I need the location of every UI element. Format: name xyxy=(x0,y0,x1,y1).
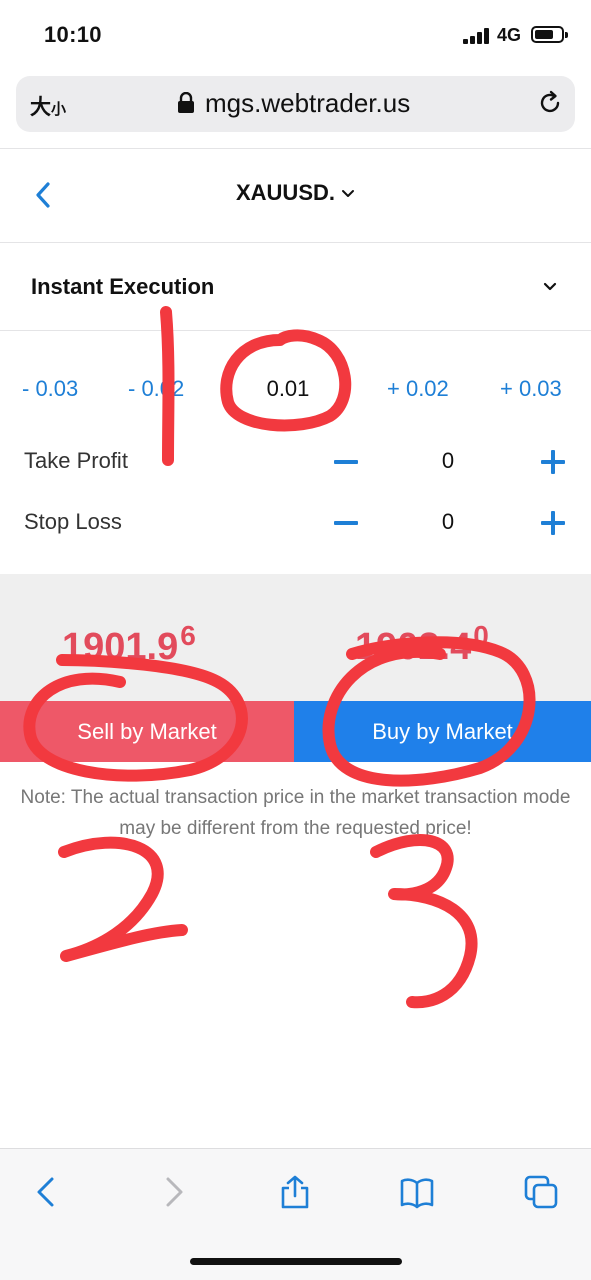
buy-price: 1902.40 xyxy=(355,620,489,669)
take-profit-minus-icon[interactable] xyxy=(333,449,359,475)
divider xyxy=(0,330,591,331)
network-label: 4G xyxy=(497,25,522,45)
forward-icon[interactable] xyxy=(156,1175,190,1209)
text-size-label-small: 小 xyxy=(51,101,67,118)
divider xyxy=(0,242,591,243)
reload-icon[interactable] xyxy=(536,89,564,117)
share-icon[interactable] xyxy=(278,1175,312,1209)
volume-minus-002[interactable]: - 0.02 xyxy=(128,376,184,402)
symbol-selector[interactable]: XAUUSD. xyxy=(0,180,591,206)
execution-type-select[interactable]: Instant Execution xyxy=(31,274,214,300)
take-profit-value[interactable]: 0 xyxy=(400,448,496,474)
tabs-icon[interactable] xyxy=(524,1175,558,1209)
annotation-two xyxy=(58,836,188,962)
signal-bars-icon xyxy=(463,28,491,44)
url-text[interactable]: mgs.webtrader.us xyxy=(205,88,410,119)
chevron-down-icon xyxy=(342,190,354,198)
annotation-three xyxy=(370,834,478,1009)
address-bar[interactable]: 大小 mgs.webtrader.us xyxy=(16,76,575,132)
symbol-title: XAUUSD. xyxy=(235,180,335,205)
divider xyxy=(0,148,591,149)
sell-price-main: 1901.9 xyxy=(62,626,179,668)
status-time: 10:10 xyxy=(44,22,102,47)
volume-plus-003[interactable]: + 0.03 xyxy=(500,376,562,402)
stop-loss-value[interactable]: 0 xyxy=(400,509,496,535)
buy-price-main: 1902.4 xyxy=(355,626,472,668)
battery-icon xyxy=(531,26,568,43)
stop-loss-minus-icon[interactable] xyxy=(333,510,359,536)
lock-icon xyxy=(178,92,194,113)
text-size-button[interactable]: 大小 xyxy=(30,91,66,121)
chevron-down-icon[interactable] xyxy=(542,281,558,293)
sell-by-market-button[interactable]: Sell by Market xyxy=(0,701,294,762)
sell-price-pip: 6 xyxy=(180,620,196,651)
sell-price: 1901.96 xyxy=(62,620,196,669)
volume-plus-002[interactable]: + 0.02 xyxy=(387,376,449,402)
execution-note: Note: The actual transaction price in th… xyxy=(20,787,571,839)
buy-by-market-button[interactable]: Buy by Market xyxy=(294,701,591,762)
home-indicator xyxy=(190,1258,402,1265)
take-profit-label: Take Profit xyxy=(24,448,128,473)
bookmarks-icon[interactable] xyxy=(400,1175,434,1209)
volume-minus-003[interactable]: - 0.03 xyxy=(22,376,78,402)
take-profit-plus-icon[interactable] xyxy=(540,449,566,475)
stop-loss-plus-icon[interactable] xyxy=(540,510,566,536)
text-size-label: 大 xyxy=(30,96,51,119)
volume-value[interactable]: 0.01 xyxy=(260,376,316,402)
buy-price-pip: 0 xyxy=(473,620,489,651)
back-icon[interactable] xyxy=(30,1175,64,1209)
stop-loss-label: Stop Loss xyxy=(24,509,122,534)
